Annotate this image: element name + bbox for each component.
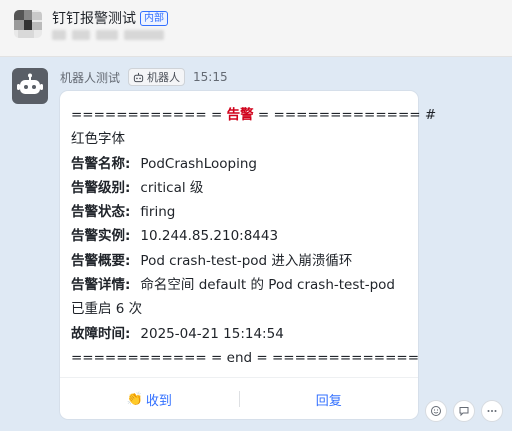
fault-time-label: 故障时间: xyxy=(71,325,131,342)
separator-end: ============ = end = ============= xyxy=(71,349,420,366)
sender-name[interactable]: 机器人测试 xyxy=(60,69,120,86)
alert-detail-row: 告警详情: 命名空间 default 的 Pod crash-test-pod xyxy=(71,273,409,297)
robot-icon[interactable] xyxy=(12,68,48,104)
reply-button[interactable]: 回复 xyxy=(240,390,419,409)
alert-summary-value: Pod crash-test-pod 进入崩溃循环 xyxy=(140,252,353,269)
alarm-title: 告警 xyxy=(226,107,254,123)
message-content: ============ = 告警 = ============= # 红色字体… xyxy=(71,103,436,370)
alert-instance-value: 10.244.85.210:8443 xyxy=(140,228,279,245)
message-time: 15:15 xyxy=(193,70,228,84)
chat-header: 钉钉报警测试 内部 xyxy=(0,0,512,57)
alert-name-row: 告警名称: PodCrashLooping xyxy=(71,152,409,176)
bot-badge-label: 机器人 xyxy=(147,71,181,84)
robot-small-icon xyxy=(133,72,144,82)
received-button[interactable]: 👏 收到 xyxy=(60,390,239,409)
group-avatar[interactable] xyxy=(14,10,42,38)
blurred-subtitle xyxy=(52,30,164,42)
group-title[interactable]: 钉钉报警测试 内部 xyxy=(52,8,168,28)
card-actions: 👏 收到 回复 xyxy=(60,377,418,420)
alert-status-row: 告警状态: firing xyxy=(71,200,409,224)
alert-level-row: 告警级别: critical 级 xyxy=(71,176,409,200)
alert-name-label: 告警名称: xyxy=(71,155,131,172)
separator-start-right: = ============= # xyxy=(253,107,437,123)
sender-line: 机器人测试 机器人 15:15 xyxy=(60,68,228,86)
alert-level-label: 告警级别: xyxy=(71,179,131,196)
internal-tag: 内部 xyxy=(140,10,168,26)
alert-detail-continued: 已重启 6 次 xyxy=(71,301,143,318)
alert-instance-row: 告警实例: 10.244.85.210:8443 xyxy=(71,224,409,248)
group-name: 钉钉报警测试 xyxy=(52,11,136,27)
alert-detail-value: 命名空间 default 的 Pod crash-test-pod xyxy=(140,277,395,294)
alert-level-value: critical 级 xyxy=(140,179,204,196)
more-icon[interactable] xyxy=(481,400,503,422)
separator-start-left: ============ = xyxy=(71,107,227,123)
alert-summary-row: 告警概要: Pod crash-test-pod 进入崩溃循环 xyxy=(71,249,409,273)
font-note: 红色字体 xyxy=(71,131,125,148)
alert-summary-label: 告警概要: xyxy=(71,252,131,269)
fault-time-value: 2025-04-21 15:14:54 xyxy=(140,325,284,342)
alert-instance-label: 告警实例: xyxy=(71,228,131,245)
received-label: 收到 xyxy=(145,393,172,409)
fault-time-row: 故障时间: 2025-04-21 15:14:54 xyxy=(71,322,409,346)
comment-icon[interactable] xyxy=(453,400,475,422)
alert-detail-label: 告警详情: xyxy=(71,277,131,294)
clap-hand-icon: 👏 xyxy=(126,391,143,407)
alert-name-value: PodCrashLooping xyxy=(140,155,257,172)
reply-label: 回复 xyxy=(315,393,342,409)
message-card[interactable]: ============ = 告警 = ============= # 红色字体… xyxy=(60,91,436,420)
message-reactions xyxy=(425,400,503,422)
emoji-add-icon[interactable] xyxy=(425,400,447,422)
separator-start: ============ = 告警 = ============= # xyxy=(71,103,436,127)
bot-badge: 机器人 xyxy=(128,68,186,86)
alert-status-label: 告警状态: xyxy=(71,204,131,221)
alert-status-value: firing xyxy=(140,204,176,221)
